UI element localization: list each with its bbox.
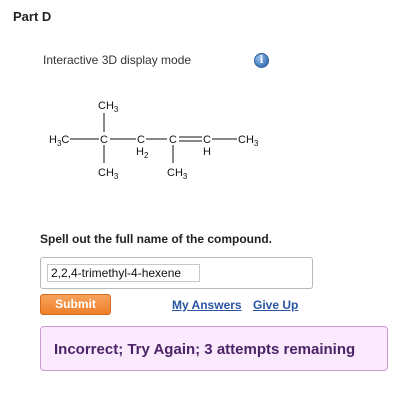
my-answers-link[interactable]: My Answers: [172, 298, 242, 312]
atom-c2: C: [100, 134, 108, 146]
atom-c4: C: [169, 134, 177, 146]
info-icon[interactable]: i: [254, 53, 269, 68]
atom-ch3-bottom-right: CH3: [167, 167, 188, 181]
atom-c5: C: [203, 134, 211, 146]
atom-c3: C: [137, 134, 145, 146]
atom-ch3-bottom-left: CH3: [98, 167, 119, 181]
atom-c5-h: H: [203, 146, 211, 158]
answer-box: [40, 257, 313, 289]
part-title: Part D: [13, 9, 52, 24]
atom-ch3-top: CH3: [98, 100, 119, 114]
answer-input[interactable]: [47, 264, 200, 282]
question-prompt: Spell out the full name of the compound.: [40, 232, 272, 246]
atom-ch3-right: CH3: [238, 134, 259, 148]
feedback-message: Incorrect; Try Again; 3 attempts remaini…: [54, 341, 356, 358]
atom-h3c: H3C: [49, 134, 69, 148]
display-mode-label: Interactive 3D display mode: [43, 53, 192, 67]
atom-c3-h2: H2: [136, 146, 149, 160]
feedback-box: Incorrect; Try Again; 3 attempts remaini…: [40, 326, 388, 371]
submit-button[interactable]: Submit: [40, 294, 111, 315]
give-up-link[interactable]: Give Up: [253, 298, 298, 312]
